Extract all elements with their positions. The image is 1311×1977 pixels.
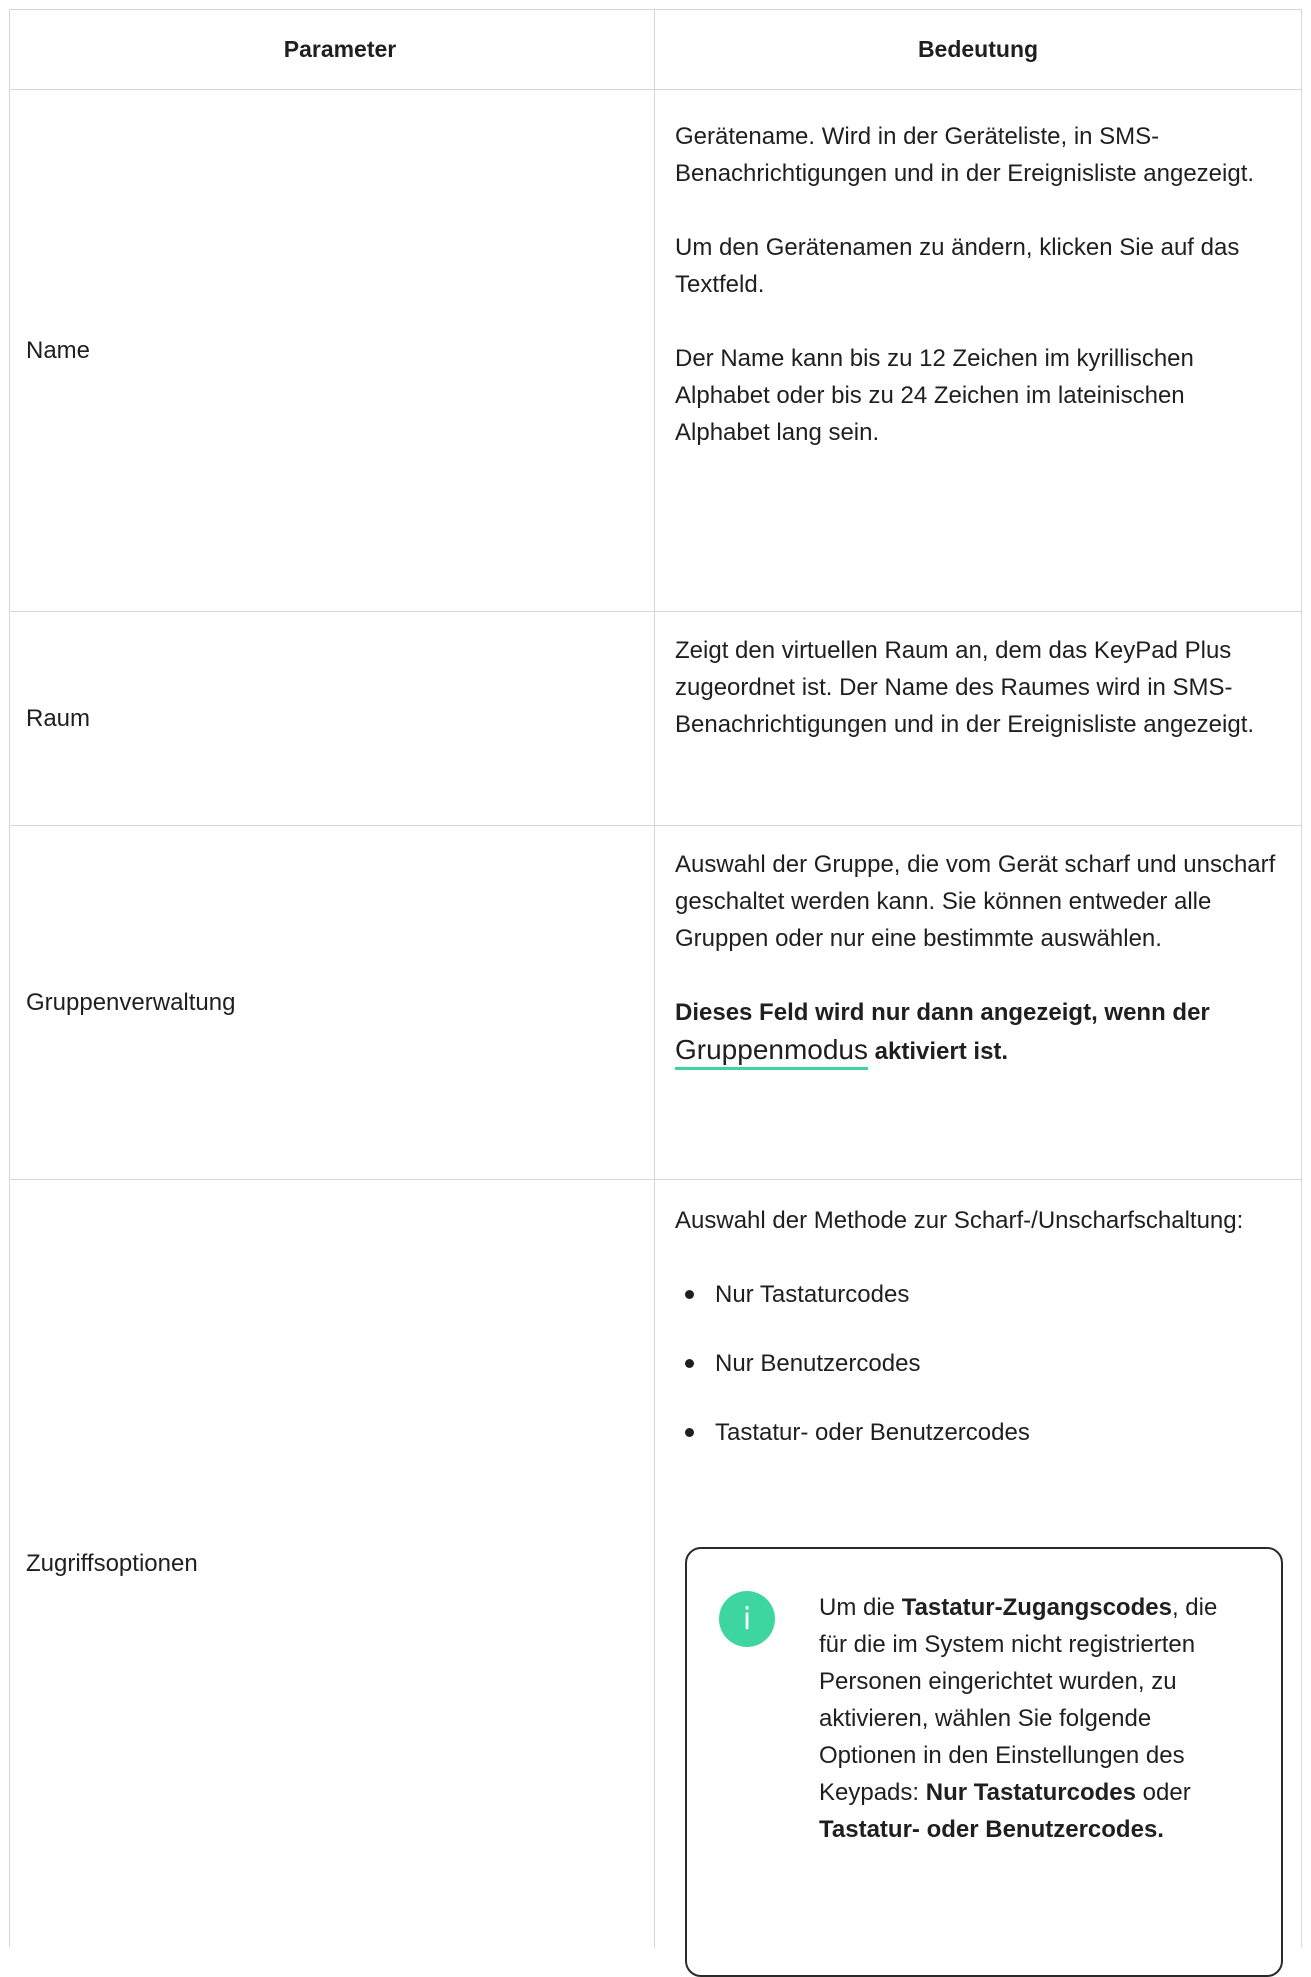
header-meaning: Bedeutung: [917, 36, 1039, 62]
info-text-part: , die für die im System nicht registrier…: [819, 1594, 1218, 1806]
table-row-gruppenverwaltung: Gruppenverwaltung Auswahl der Gruppe, di…: [10, 826, 1301, 1180]
row-desc-gruppenverwaltung: Auswahl der Gruppe, die vom Gerät scharf…: [655, 826, 1301, 1179]
desc-paragraph: Auswahl der Methode zur Scharf-/Unscharf…: [675, 1207, 1244, 1234]
row-desc-name: Gerätename. Wird in der Geräteliste, in …: [655, 90, 1301, 611]
info-text-part: Um die: [819, 1594, 902, 1621]
desc-paragraph: Auswahl der Gruppe, die vom Gerät scharf…: [675, 851, 1276, 952]
desc-paragraph: Der Name kann bis zu 12 Zeichen im kyril…: [675, 345, 1194, 446]
header-parameter: Parameter: [10, 10, 655, 89]
list-item: Nur Tastaturcodes: [685, 1276, 1281, 1313]
info-callout: i Um die Tastatur-Zugangscodes, die für …: [685, 1547, 1283, 1977]
options-list: Nur Tastaturcodes Nur Benutzercodes Tast…: [685, 1276, 1281, 1451]
row-desc-zugriffsoptionen: Auswahl der Methode zur Scharf-/Unscharf…: [655, 1180, 1301, 1977]
info-icon: i: [719, 1591, 775, 1647]
info-bold-part: Tastatur-Zugangscodes: [901, 1594, 1172, 1621]
table-row-zugriffsoptionen: Zugriffsoptionen Auswahl der Methode zur…: [10, 1180, 1301, 1977]
table-row-name: Name Gerätename. Wird in der Geräteliste…: [10, 90, 1301, 612]
table-header-row: Parameter Bedeutung: [10, 10, 1301, 90]
row-desc-raum: Zeigt den virtuellen Raum an, dem das Ke…: [655, 612, 1301, 825]
desc-paragraph: Gerätename. Wird in der Geräteliste, in …: [675, 123, 1255, 187]
row-label-raum: Raum: [10, 612, 655, 825]
info-text-part: oder: [1136, 1779, 1191, 1806]
row-label-gruppenverwaltung: Gruppenverwaltung: [10, 826, 655, 1179]
row-label-name: Name: [10, 90, 655, 611]
note-text: Dieses Feld wird nur dann angezeigt, wen…: [675, 999, 1210, 1026]
info-text: Um die Tastatur-Zugangscodes, die für di…: [819, 1589, 1251, 1975]
note-text: aktiviert ist.: [868, 1038, 1009, 1065]
table-row-raum: Raum Zeigt den virtuellen Raum an, dem d…: [10, 612, 1301, 826]
settings-table: Parameter Bedeutung Name Gerätename. Wir…: [9, 9, 1302, 1977]
desc-note: Dieses Feld wird nur dann angezeigt, wen…: [675, 994, 1281, 1070]
desc-paragraph: Zeigt den virtuellen Raum an, dem das Ke…: [675, 637, 1255, 738]
gruppenmodus-link[interactable]: Gruppenmodus: [675, 1034, 869, 1070]
desc-paragraph: Um den Gerätenamen zu ändern, klicken Si…: [675, 234, 1240, 298]
list-item: Tastatur- oder Benutzercodes: [685, 1414, 1281, 1451]
list-item: Nur Benutzercodes: [685, 1345, 1281, 1382]
info-bold-part: Nur Tastaturcodes: [925, 1779, 1137, 1806]
info-bold-part: Tastatur- oder Benutzercodes.: [819, 1816, 1164, 1843]
row-label-zugriffsoptionen: Zugriffsoptionen: [10, 1180, 655, 1948]
